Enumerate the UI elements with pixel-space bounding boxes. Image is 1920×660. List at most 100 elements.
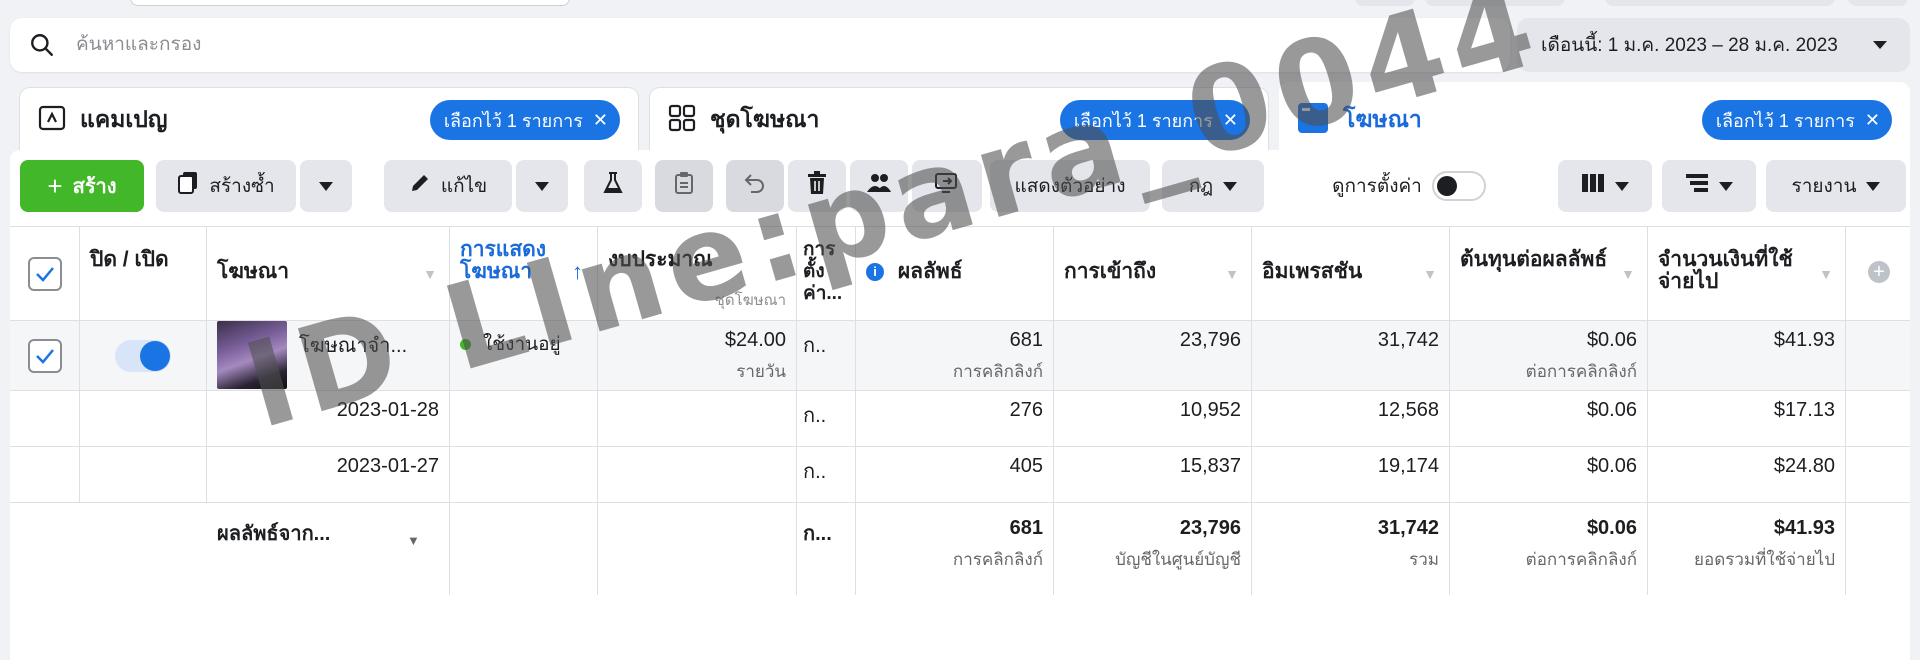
tab-ads-label: โฆษณา	[1343, 106, 1422, 132]
columns-button[interactable]	[1558, 160, 1652, 212]
header-delivery-label: การแสดงโฆษณา	[460, 238, 547, 283]
row-date-cell: 2023-01-27	[207, 447, 450, 502]
cost-sub: ต่อการคลิกลิงก์	[1525, 362, 1637, 381]
view-settings-toggle[interactable]: ดูการตั้งค่า	[1274, 160, 1544, 212]
header-impressions[interactable]: อิมเพรสชัน ▼	[1252, 227, 1450, 320]
attribution-value: ก..	[803, 335, 827, 357]
delete-button[interactable]	[788, 160, 846, 212]
results-value: 405	[1009, 455, 1043, 477]
row-ad-cell[interactable]: โฆษณาจำ...	[207, 321, 450, 390]
row-toggle-cell	[80, 391, 207, 446]
selected-chip-label: เลือกไว้ 1 รายการ	[443, 110, 583, 131]
row-spent-cell: $41.93	[1648, 321, 1846, 390]
ab-test-button[interactable]	[584, 160, 642, 212]
close-icon[interactable]: ✕	[1865, 110, 1880, 131]
row-cost-cell: $0.06	[1450, 391, 1648, 446]
date-range-button[interactable]: เดือนนี้: 1 ม.ค. 2023 – 28 ม.ค. 2023	[1517, 18, 1910, 72]
row-delivery-cell: ใช้งานอยู่	[450, 321, 598, 390]
top-partial-button	[1605, 0, 1835, 6]
selected-chip-adsets[interactable]: เลือกไว้ 1 รายการ ✕	[1059, 100, 1250, 140]
clipboard-button[interactable]	[655, 160, 713, 212]
header-delivery[interactable]: การแสดงโฆษณา ↑	[450, 227, 598, 320]
attribution-value: ก..	[803, 405, 827, 427]
people-icon	[866, 172, 892, 200]
header-add-column[interactable]: +	[1846, 227, 1910, 320]
spent-value: $41.93	[1773, 329, 1835, 351]
table-row[interactable]: 2023-01-28 ก.. 276 10,952 12,568 $0.06 $…	[10, 391, 1910, 447]
table-row[interactable]: 2023-01-27 ก.. 405 15,837 19,174 $0.06 $…	[10, 447, 1910, 503]
preview-button[interactable]: แสดงตัวอย่าง	[990, 160, 1150, 212]
selected-chip-campaigns[interactable]: เลือกไว้ 1 รายการ ✕	[429, 100, 620, 140]
tab-campaigns-label: แคมเปญ	[80, 106, 168, 132]
search-input[interactable]	[74, 33, 1510, 57]
caret-down-icon[interactable]: ▼	[407, 533, 420, 548]
budget-sub: รายวัน	[736, 362, 786, 381]
totals-label-cell[interactable]: ผลลัพธ์จาก... ▼	[207, 503, 450, 595]
header-reach[interactable]: การเข้าถึง ▼	[1054, 227, 1252, 320]
header-attribution[interactable]: การตั้งค่า...	[797, 227, 856, 320]
reach-value: 15,837	[1179, 455, 1241, 477]
selected-chip-ads[interactable]: เลือกไว้ 1 รายการ ✕	[1701, 100, 1892, 140]
ad-name[interactable]: โฆษณาจำ...	[299, 329, 407, 361]
duplicate-icon	[177, 171, 199, 201]
sort-caret-icon: ▼	[423, 266, 437, 282]
totals-impressions-sub: รวม	[1409, 550, 1439, 569]
search-bar[interactable]	[10, 18, 1510, 72]
row-empty-cell	[1846, 391, 1910, 446]
audience-button[interactable]	[850, 160, 908, 212]
totals-empty-cell	[1846, 503, 1910, 595]
add-column-icon[interactable]: +	[1868, 261, 1890, 283]
sort-caret-icon: ▼	[1819, 266, 1833, 282]
top-partial-button	[1355, 0, 1415, 6]
row-reach-cell: 23,796	[1054, 321, 1252, 390]
close-icon[interactable]: ✕	[593, 110, 608, 131]
caret-down-icon	[535, 175, 549, 197]
duplicate-dropdown-button[interactable]	[300, 160, 352, 212]
row-impressions-cell: 19,174	[1252, 447, 1450, 502]
tab-campaigns[interactable]: แคมเปญ เลือกไว้ 1 รายการ ✕	[20, 88, 638, 152]
breakdown-date: 2023-01-28	[336, 399, 439, 421]
edit-button[interactable]: แก้ไข	[384, 160, 512, 212]
pencil-icon	[409, 172, 431, 200]
row-toggle-cell	[80, 447, 207, 502]
header-off-on[interactable]: ปิด / เปิด	[80, 227, 207, 320]
view-settings-switch[interactable]	[1431, 171, 1486, 201]
header-off-on-label: ปิด / เปิด	[90, 248, 169, 271]
table-totals-row: ผลลัพธ์จาก... ▼ ก... 681 การคลิกลิงก์ 23…	[10, 503, 1910, 595]
row-checkbox[interactable]	[27, 338, 62, 373]
duplicate-button[interactable]: สร้างซ้ำ	[156, 160, 296, 212]
caret-down-icon	[1866, 175, 1881, 197]
tab-adsets-label: ชุดโฆษณา	[710, 106, 820, 132]
tab-adsets[interactable]: ชุดโฆษณา เลือกไว้ 1 รายการ ✕	[650, 88, 1268, 152]
ad-on-off-toggle[interactable]	[115, 339, 171, 372]
create-button[interactable]: + สร้าง	[20, 160, 144, 212]
header-ad[interactable]: โฆษณา ▼	[207, 227, 450, 320]
plus-icon: +	[47, 170, 63, 201]
totals-cost: $0.06	[1586, 517, 1637, 539]
rules-button[interactable]: กฎ	[1162, 160, 1264, 212]
tab-ads[interactable]: โฆษณา เลือกไว้ 1 รายการ ✕	[1279, 82, 1910, 158]
breakdown-icon	[1685, 173, 1709, 199]
info-icon[interactable]: i	[866, 263, 884, 282]
undo-button[interactable]	[726, 160, 784, 212]
row-impressions-cell: 12,568	[1252, 391, 1450, 446]
header-impressions-label: อิมเพรสชัน	[1262, 260, 1363, 283]
header-results[interactable]: i ผลลัพธ์	[856, 227, 1054, 320]
totals-budget-cell	[598, 503, 797, 595]
header-budget[interactable]: งบประมาณ ชุดโฆษณา	[598, 227, 797, 320]
row-budget-cell	[598, 391, 797, 446]
results-value: 681	[1009, 329, 1043, 351]
reports-button[interactable]: รายงาน	[1766, 160, 1906, 212]
export-button[interactable]	[912, 160, 982, 212]
table-header-row: ปิด / เปิด โฆษณา ▼ การแสดงโฆษณา ↑ งบประม…	[10, 227, 1910, 321]
edit-dropdown-button[interactable]	[516, 160, 568, 212]
caret-down-icon	[1223, 175, 1238, 197]
select-all-checkbox[interactable]	[27, 256, 62, 291]
breakdown-date: 2023-01-27	[336, 455, 439, 477]
totals-attribution-cell: ก...	[797, 503, 856, 595]
header-cost-per-result[interactable]: ต้นทุนต่อผลลัพธ์ ▼	[1450, 227, 1648, 320]
breakdown-button[interactable]	[1662, 160, 1756, 212]
header-amount-spent[interactable]: จำนวนเงินที่ใช้จ่ายไป ▼	[1648, 227, 1846, 320]
close-icon[interactable]: ✕	[1223, 110, 1238, 131]
table-row[interactable]: โฆษณาจำ... ใช้งานอยู่ $24.00 รายวัน ก.. …	[10, 321, 1910, 391]
